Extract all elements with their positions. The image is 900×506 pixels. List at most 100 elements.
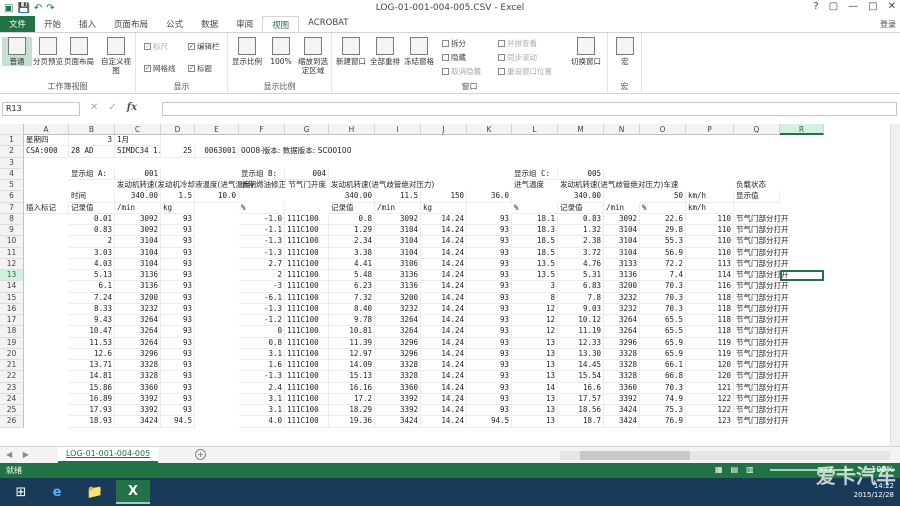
grid-cell[interactable]: 70.3	[640, 303, 686, 315]
grid-cell[interactable]: 9.43	[69, 315, 115, 327]
grid-cell[interactable]: 7.32	[329, 292, 375, 304]
tab-review[interactable]: 审阅	[227, 16, 262, 32]
grid-cell[interactable]: 93	[467, 337, 512, 349]
grid-cell[interactable]: 节气门部分打开	[734, 405, 789, 417]
grid-cell[interactable]: 3264	[115, 337, 161, 349]
grid-cell[interactable]: 3232	[115, 303, 161, 315]
grid-cell[interactable]: 记录值	[329, 202, 375, 214]
grid-cell[interactable]: kg	[161, 202, 195, 214]
grid-cell[interactable]: 14.24	[421, 292, 467, 304]
grid-cell[interactable]: 3328	[375, 360, 421, 372]
grid-cell[interactable]: %	[640, 202, 686, 214]
grid-cell[interactable]: 节气门部分打开	[734, 236, 789, 248]
enter-icon[interactable]: ✓	[108, 102, 116, 113]
grid-cell[interactable]: 0.83	[558, 213, 604, 225]
grid-cell[interactable]: 18.1	[512, 213, 558, 225]
column-header[interactable]: J	[421, 124, 467, 135]
grid-cell[interactable]: 6.83	[558, 281, 604, 293]
row-header[interactable]: 3	[0, 157, 24, 169]
grid-cell[interactable]: 0.8	[329, 213, 375, 225]
grid-cell[interactable]: 3.1	[239, 393, 285, 405]
grid-cell[interactable]: 111C100	[285, 236, 329, 248]
grid-cell[interactable]: 3264	[115, 326, 161, 338]
grid-cell[interactable]: 3424	[604, 416, 640, 428]
grid-cell[interactable]: 93	[161, 315, 195, 327]
grid-cell[interactable]: 显示值	[734, 191, 780, 203]
grid-cell[interactable]: 65.5	[640, 326, 686, 338]
row-header[interactable]: 4	[0, 168, 24, 180]
grid-cell[interactable]: 记录值	[558, 202, 604, 214]
grid-cell[interactable]: 14.24	[421, 315, 467, 327]
column-header[interactable]: L	[512, 124, 558, 135]
grid-cell[interactable]: 3104	[115, 236, 161, 248]
grid-cell[interactable]: 18.3	[512, 225, 558, 237]
grid-cell[interactable]: 3424	[375, 416, 421, 428]
grid-cell[interactable]: 12	[512, 326, 558, 338]
formula-input[interactable]	[162, 102, 897, 116]
grid-cell[interactable]: 3104	[375, 247, 421, 259]
macros-button[interactable]: 宏	[610, 37, 640, 66]
grid-cell[interactable]: 66.1	[640, 360, 686, 372]
grid-cell[interactable]: 93	[161, 236, 195, 248]
grid-cell[interactable]: 114	[686, 270, 734, 282]
grid-cell[interactable]: 2.38	[558, 236, 604, 248]
column-header[interactable]: B	[69, 124, 115, 135]
grid-cell[interactable]: 6.1	[69, 281, 115, 293]
start-button[interactable]: ⊞	[4, 480, 38, 504]
column-header[interactable]: G	[285, 124, 329, 135]
grid-cell[interactable]: 3106	[375, 258, 421, 270]
grid-cell[interactable]: 74.9	[640, 393, 686, 405]
grid-cell[interactable]: 节气门部分打开	[734, 315, 789, 327]
new-window-button[interactable]: 新建窗口	[336, 37, 366, 66]
grid-cell[interactable]: 3104	[604, 247, 640, 259]
grid-cell[interactable]: 150	[421, 191, 467, 203]
grid-cell[interactable]: 节气门部分打开	[734, 360, 789, 372]
grid-cell[interactable]: 14.24	[421, 270, 467, 282]
grid-cell[interactable]: 3328	[115, 360, 161, 372]
grid-cell[interactable]: 3328	[604, 348, 640, 360]
tab-insert[interactable]: 插入	[70, 16, 105, 32]
grid-cell[interactable]: 4.76	[558, 258, 604, 270]
grid-cell[interactable]: 3296	[115, 348, 161, 360]
grid-cell[interactable]: 340.00	[329, 191, 375, 203]
grid-cell[interactable]: 93	[161, 303, 195, 315]
grid-cell[interactable]: SIMDC34 1.00	[115, 146, 161, 158]
add-sheet-button[interactable]: +	[195, 449, 206, 460]
grid-cell[interactable]: 111C100	[285, 393, 329, 405]
hide-button[interactable]: 隐藏	[442, 52, 466, 63]
grid-cell[interactable]: -1.1	[239, 225, 285, 237]
tab-home[interactable]: 开始	[35, 16, 70, 32]
column-header[interactable]: O	[640, 124, 686, 135]
grid-cell[interactable]: 3264	[375, 326, 421, 338]
freeze-panes-button[interactable]: 冻结窗格	[404, 37, 434, 66]
grid-cell[interactable]: 1.5	[161, 191, 195, 203]
grid-cell[interactable]: 93	[467, 303, 512, 315]
grid-cell[interactable]: 22.6	[640, 213, 686, 225]
grid-cell[interactable]: 11.53	[69, 337, 115, 349]
sheet-tab-active[interactable]: LOG-01-001-004-005	[58, 447, 159, 463]
grid-cell[interactable]: 93	[467, 326, 512, 338]
grid-cell[interactable]: 3104	[604, 236, 640, 248]
grid-cell[interactable]: 记录值	[69, 202, 115, 214]
grid-cell[interactable]: 显示组 C:	[512, 168, 558, 180]
grid-cell[interactable]: 110	[686, 225, 734, 237]
grid-cell[interactable]: 节气门部分打开	[734, 326, 789, 338]
grid-cell[interactable]: 14.24	[421, 236, 467, 248]
grid-cell[interactable]: 0.8	[239, 337, 285, 349]
grid-cell[interactable]: 123	[686, 416, 734, 428]
grid-cell[interactable]: 0.83	[69, 225, 115, 237]
grid-cell[interactable]: 10.12	[558, 315, 604, 327]
grid-cell[interactable]: 118	[686, 303, 734, 315]
grid-cell[interactable]: 3104	[115, 247, 161, 259]
select-all-corner[interactable]	[0, 124, 24, 135]
grid-cell[interactable]: 50	[640, 191, 686, 203]
grid-cell[interactable]: 0	[239, 326, 285, 338]
grid-cell[interactable]: 节气门部分打开	[734, 258, 789, 270]
horizontal-scrollbar[interactable]	[560, 451, 890, 460]
grid-cell[interactable]: %	[239, 202, 285, 214]
close-button[interactable]: ✕	[888, 1, 896, 12]
grid-cell[interactable]: 3328	[604, 371, 640, 383]
grid-cell[interactable]: 14.24	[421, 337, 467, 349]
grid-cell[interactable]: 110	[686, 213, 734, 225]
grid-cell[interactable]: 5.13	[69, 270, 115, 282]
